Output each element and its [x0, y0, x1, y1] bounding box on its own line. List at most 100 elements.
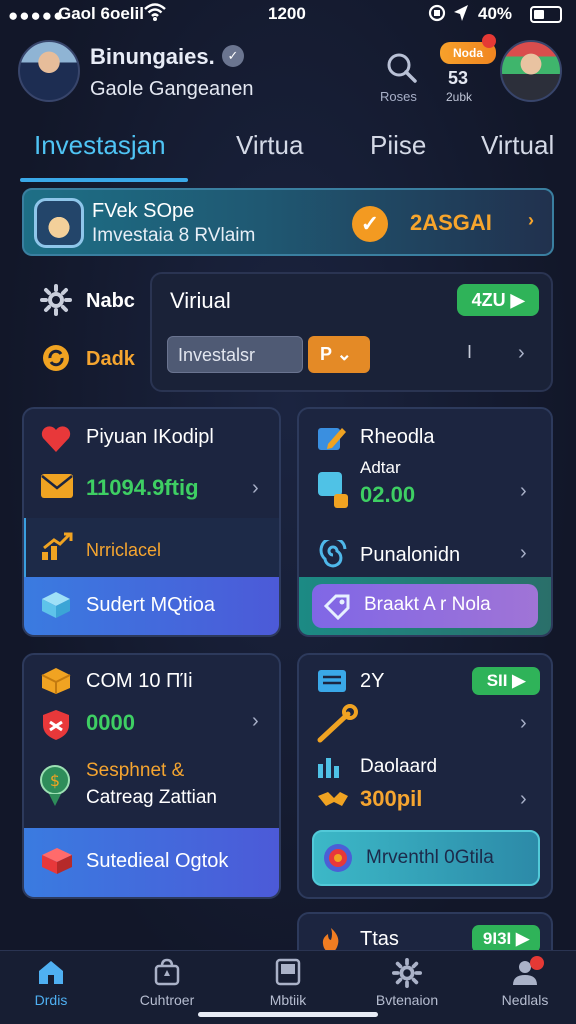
card-dashboard-row-label: Daolaard [360, 756, 438, 777]
clock: 1200 [268, 4, 306, 23]
side-item-label-2[interactable]: Dadk [86, 348, 135, 371]
handshake-icon [316, 786, 350, 817]
nav-item-extension[interactable]: Bvtenaion [352, 958, 462, 1008]
promo-image-icon [34, 198, 84, 248]
tag-icon [322, 592, 352, 627]
card-reports-sub-label: Adtar [360, 458, 401, 477]
heart-icon [40, 424, 72, 461]
card-portfolio-row-label: Nrriclacel [86, 540, 162, 560]
home-icon [0, 958, 106, 988]
battery-icon [530, 6, 562, 23]
tab-virtua[interactable]: Virtua [236, 130, 303, 161]
profile-subtitle: Gaole Gangeanen [90, 78, 254, 100]
chevron-right-icon[interactable]: › [252, 710, 259, 733]
spiral-icon [316, 536, 350, 577]
checkmark-icon: ✓ [352, 206, 388, 242]
card-dashboard-footer-label: Mrventhl 0Gtila [366, 847, 494, 868]
tablet-icon [233, 958, 343, 988]
verified-badge-icon: ✓ [222, 45, 244, 67]
currency-select-value: P [320, 344, 332, 364]
home-indicator[interactable] [198, 1012, 378, 1017]
card-tasks-title: Ttas [360, 928, 399, 950]
user-icon [470, 958, 576, 988]
card-dashboard-value: 300pil [360, 786, 423, 811]
virtual-panel-action-button[interactable]: 4ZU ▶ [457, 284, 539, 316]
card-portfolio-title: Piyuan IKodipl [86, 426, 214, 448]
nav-label-extension: Bvtenaion [375, 992, 439, 1008]
card-tasks-action-button[interactable]: 9I3I ▶ [472, 925, 540, 953]
card-reports-value: 02.00 [360, 482, 416, 507]
gear-icon[interactable] [40, 284, 72, 323]
chart-up-icon [40, 532, 74, 569]
secondary-avatar[interactable] [500, 40, 562, 102]
nav-label-customer: Cuhtroer [139, 992, 195, 1008]
status-bar: ●●●●● Gaol 6oelil 1200 40% [0, 0, 576, 30]
investment-input[interactable]: Investalsr [167, 336, 303, 373]
puzzle-icon [316, 466, 352, 517]
svg-text:$: $ [50, 771, 60, 790]
card-commodities-footer-label: Sutedieal Ogtok [86, 850, 229, 872]
header-stat-label: 2ubk [446, 90, 473, 104]
active-tab-indicator [20, 178, 188, 182]
card-reports-title: Rheodla [360, 426, 435, 448]
target-icon [322, 842, 354, 881]
sync-icon[interactable] [40, 342, 72, 381]
gear-icon [352, 958, 462, 988]
shield-icon [40, 708, 72, 749]
header-stat-value: 53 [448, 68, 469, 88]
battery-percent: 40% [478, 4, 513, 23]
mail-icon [40, 472, 74, 507]
nav-item-home[interactable]: Drdis [0, 958, 106, 1008]
chevron-right-icon[interactable]: › [520, 542, 527, 565]
wrench-icon [316, 704, 360, 751]
nav-label-home: Drdis [34, 992, 68, 1008]
edit-icon [316, 424, 348, 461]
promo-subtitle: Imvestaia 8 RVlaim [92, 225, 256, 246]
nav-item-mobile[interactable]: Mbtiik [233, 958, 343, 1008]
location-icon [452, 3, 470, 28]
card-commodities-title: COM 10 ΠΊi [86, 670, 193, 693]
virtual-panel-title: Viriual [170, 288, 231, 313]
carrier-label: Gaol 6oelil [58, 4, 144, 23]
nav-label-mobile: Mbtiik [269, 992, 307, 1008]
nav-item-customer[interactable]: Cuhtroer [112, 958, 222, 1008]
orientation-lock-icon [428, 3, 446, 28]
card-commodities-row-subtitle: Catreag Zattian [86, 787, 217, 808]
card-dashboard-title: 2Y [360, 670, 385, 692]
card-portfolio-footer-label: Sudert MQtioa [86, 594, 215, 616]
chevron-right-icon[interactable]: › [520, 712, 527, 735]
card-reports-row-label: Punalonidn [360, 544, 461, 566]
profile-avatar[interactable] [18, 40, 80, 102]
promo-chevron-icon[interactable]: › [528, 210, 534, 231]
tab-investasjan[interactable]: Investasjan [34, 130, 166, 161]
notification-dot [530, 956, 544, 970]
card-reports-footer-label: Braakt A r Nola [364, 594, 491, 615]
card-commodities-value: 0000 [86, 710, 135, 735]
search-icon[interactable] [384, 50, 420, 86]
badge-dot [482, 34, 496, 48]
profile-name: Binungaies. [90, 44, 215, 69]
card-dashboard-action-button[interactable]: SII ▶ [472, 667, 540, 695]
location-pin-icon: $ [38, 764, 72, 815]
box-icon [40, 590, 72, 627]
card-commodities-title-text: COM 10 ΠΊi [86, 670, 193, 692]
tab-piise[interactable]: Piise [370, 130, 426, 161]
gift-box-icon [40, 846, 74, 883]
currency-select[interactable]: P ⌄ [308, 336, 370, 373]
chevron-right-icon[interactable]: › [518, 342, 525, 365]
search-label: Roses [380, 89, 417, 104]
promo-title: FVek SOpe [92, 200, 195, 222]
tab-virtual[interactable]: Virtual [481, 130, 554, 161]
signal-icon: ●●●●● [8, 6, 65, 25]
nav-item-profile[interactable]: Nedlals [470, 958, 576, 1008]
bar-chart-icon [316, 756, 348, 787]
chevron-right-icon[interactable]: › [252, 477, 259, 500]
card-commodities-row-title: Sesphnet & [86, 760, 185, 781]
card-portfolio-value: 11094.9ftig [86, 475, 199, 500]
chevron-down-icon: ⌄ [336, 344, 352, 364]
chevron-right-icon[interactable]: › [520, 480, 527, 503]
chevron-right-icon[interactable]: › [520, 788, 527, 811]
shopping-bag-icon [112, 958, 222, 988]
list-icon [316, 668, 348, 701]
side-item-label-1[interactable]: Nabc [86, 290, 135, 313]
